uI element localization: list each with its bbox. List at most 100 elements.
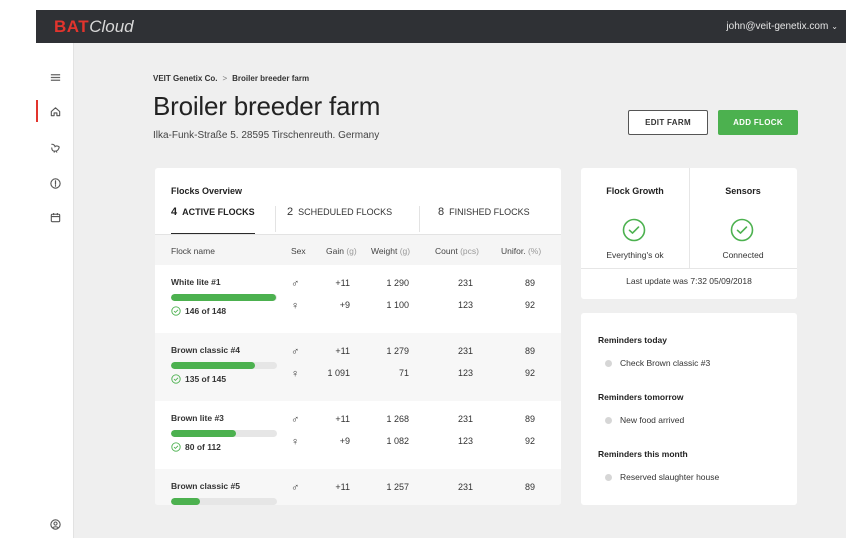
tab-divider	[419, 206, 420, 232]
flock-progress-fill	[171, 498, 200, 505]
menu-icon[interactable]	[36, 65, 74, 89]
flock-growth-panel[interactable]: Flock Growth Everything's ok	[581, 168, 689, 268]
cell-count: 123	[457, 300, 473, 310]
user-menu[interactable]: john@veit-genetix.com ⌄	[726, 21, 838, 32]
reminders-today-title: Reminders today	[598, 335, 667, 345]
cell-count: 231	[457, 482, 473, 492]
female-icon: ♀	[291, 436, 300, 448]
calendar-icon[interactable]	[36, 205, 74, 229]
table-row[interactable]: Brown classic #5 ♂ +11 1 257 231 89	[155, 469, 561, 505]
table-row[interactable]: White lite #1 146 of 148 ♂ +11 1 290 231…	[155, 265, 561, 333]
tab-active-flocks[interactable]: 4 ACTIVE FLOCKS	[171, 206, 255, 235]
tab-active-count: 4	[171, 206, 178, 218]
flock-progress-bar	[171, 498, 277, 505]
male-icon: ♂	[291, 482, 300, 494]
home-icon[interactable]	[36, 99, 74, 123]
col-gain-label: Gain	[326, 246, 344, 256]
cell-uniformity: 92	[524, 300, 535, 310]
logo-bold-text: BAT	[54, 17, 90, 36]
cell-weight: 1 268	[386, 414, 409, 424]
reminders-month-title: Reminders this month	[598, 449, 688, 459]
sidebar	[36, 43, 74, 538]
flock-progress-bar	[171, 362, 277, 369]
col-weight-label: Weight	[371, 246, 398, 256]
flock-name: Brown classic #4	[171, 345, 240, 355]
flock-progress-label: 146 of 148	[185, 306, 227, 316]
check-circle-icon	[171, 306, 181, 316]
col-uniformity-label: Unifor.	[501, 246, 526, 256]
add-flock-button[interactable]: ADD FLOCK	[718, 110, 798, 135]
male-icon: ♂	[291, 414, 300, 426]
breadcrumb-company[interactable]: VEIT Genetix Co.	[153, 74, 217, 83]
cell-uniformity: 89	[524, 482, 535, 492]
col-weight-unit: (g)	[399, 246, 411, 256]
reminder-text: Check Brown classic #3	[620, 358, 711, 368]
flock-progress-fill	[171, 294, 276, 301]
tab-active-label: ACTIVE FLOCKS	[182, 207, 255, 217]
chicken-icon[interactable]	[36, 135, 74, 159]
col-flock-name[interactable]: Flock name	[171, 246, 215, 256]
cell-weight: 1 279	[386, 346, 409, 356]
app-window: BATCloud john@veit-genetix.com ⌄ VEIT Gen…	[36, 10, 846, 538]
flock-name: Brown lite #3	[171, 413, 224, 423]
reminders-card: Reminders today Check Brown classic #3 R…	[581, 313, 797, 505]
flock-progress-count: 80 of 112	[171, 442, 221, 452]
tab-scheduled-label: SCHEDULED FLOCKS	[298, 207, 393, 217]
cell-gain: +11	[335, 414, 350, 424]
cell-count: 231	[457, 414, 473, 424]
account-icon[interactable]	[36, 512, 74, 536]
table-row[interactable]: Brown lite #3 80 of 112 ♂ +11 1 268 231 …	[155, 401, 561, 469]
farm-address: Ilka-Funk-Straße 5. 28595 Tirschenreuth.…	[153, 130, 380, 141]
alert-icon[interactable]	[36, 171, 74, 195]
col-uniformity[interactable]: Unifor. (%)	[501, 246, 541, 256]
check-circle-icon	[171, 374, 181, 384]
cell-uniformity: 92	[524, 436, 535, 446]
tab-divider	[275, 206, 276, 232]
flock-progress-label: 80 of 112	[185, 442, 221, 452]
tab-finished-count: 8	[438, 206, 445, 218]
col-weight[interactable]: Weight (g)	[371, 246, 410, 256]
check-circle-icon	[171, 442, 181, 452]
cell-uniformity: 92	[524, 368, 535, 378]
reminder-item[interactable]: Check Brown classic #3	[605, 358, 710, 368]
breadcrumb: VEIT Genetix Co. > Broiler breeder farm	[153, 74, 309, 83]
male-icon: ♂	[291, 346, 300, 358]
flock-growth-title: Flock Growth	[606, 186, 664, 196]
col-sex[interactable]: Sex	[291, 246, 306, 256]
user-email: john@veit-genetix.com	[726, 21, 829, 32]
tab-finished-flocks[interactable]: 8 FINISHED FLOCKS	[438, 206, 530, 235]
cell-gain: +11	[335, 482, 350, 492]
flock-name: White lite #1	[171, 277, 221, 287]
cell-count: 123	[457, 368, 473, 378]
top-bar: BATCloud john@veit-genetix.com ⌄	[36, 10, 846, 43]
edit-farm-button[interactable]: EDIT FARM	[628, 110, 708, 135]
table-row[interactable]: Brown classic #4 135 of 145 ♂ +11 1 279 …	[155, 333, 561, 401]
col-count[interactable]: Count (pcs)	[435, 246, 479, 256]
cell-uniformity: 89	[524, 346, 535, 356]
cell-weight: 1 082	[386, 436, 409, 446]
cell-gain: 1 091	[327, 368, 350, 378]
female-icon: ♀	[291, 368, 300, 380]
breadcrumb-separator: >	[222, 74, 228, 83]
col-count-label: Count	[435, 246, 458, 256]
cell-count: 231	[457, 278, 473, 288]
cell-weight: 71	[398, 368, 409, 378]
tab-scheduled-flocks[interactable]: 2 SCHEDULED FLOCKS	[287, 206, 393, 235]
reminder-item[interactable]: New food arrived	[605, 415, 684, 425]
chevron-down-icon: ⌄	[831, 22, 838, 31]
flock-progress-bar	[171, 430, 277, 437]
female-icon: ♀	[291, 300, 300, 312]
check-circle-icon	[730, 218, 754, 242]
sensors-panel[interactable]: Sensors Connected	[689, 168, 797, 268]
page-title: Broiler breeder farm	[153, 91, 381, 121]
cell-weight: 1 257	[386, 482, 409, 492]
col-gain[interactable]: Gain (g)	[326, 246, 357, 256]
male-icon: ♂	[291, 278, 300, 290]
cell-uniformity: 89	[524, 278, 535, 288]
bat-cloud-logo[interactable]: BATCloud	[54, 17, 134, 37]
bullet-icon	[605, 416, 612, 424]
flock-progress-label: 135 of 145	[185, 374, 227, 384]
status-card: Flock Growth Everything's ok Sensors Con…	[581, 168, 797, 299]
reminder-item[interactable]: Reserved slaughter house	[605, 472, 719, 482]
table-header: Flock name Sex Gain (g) Weight (g) Count…	[155, 235, 561, 265]
